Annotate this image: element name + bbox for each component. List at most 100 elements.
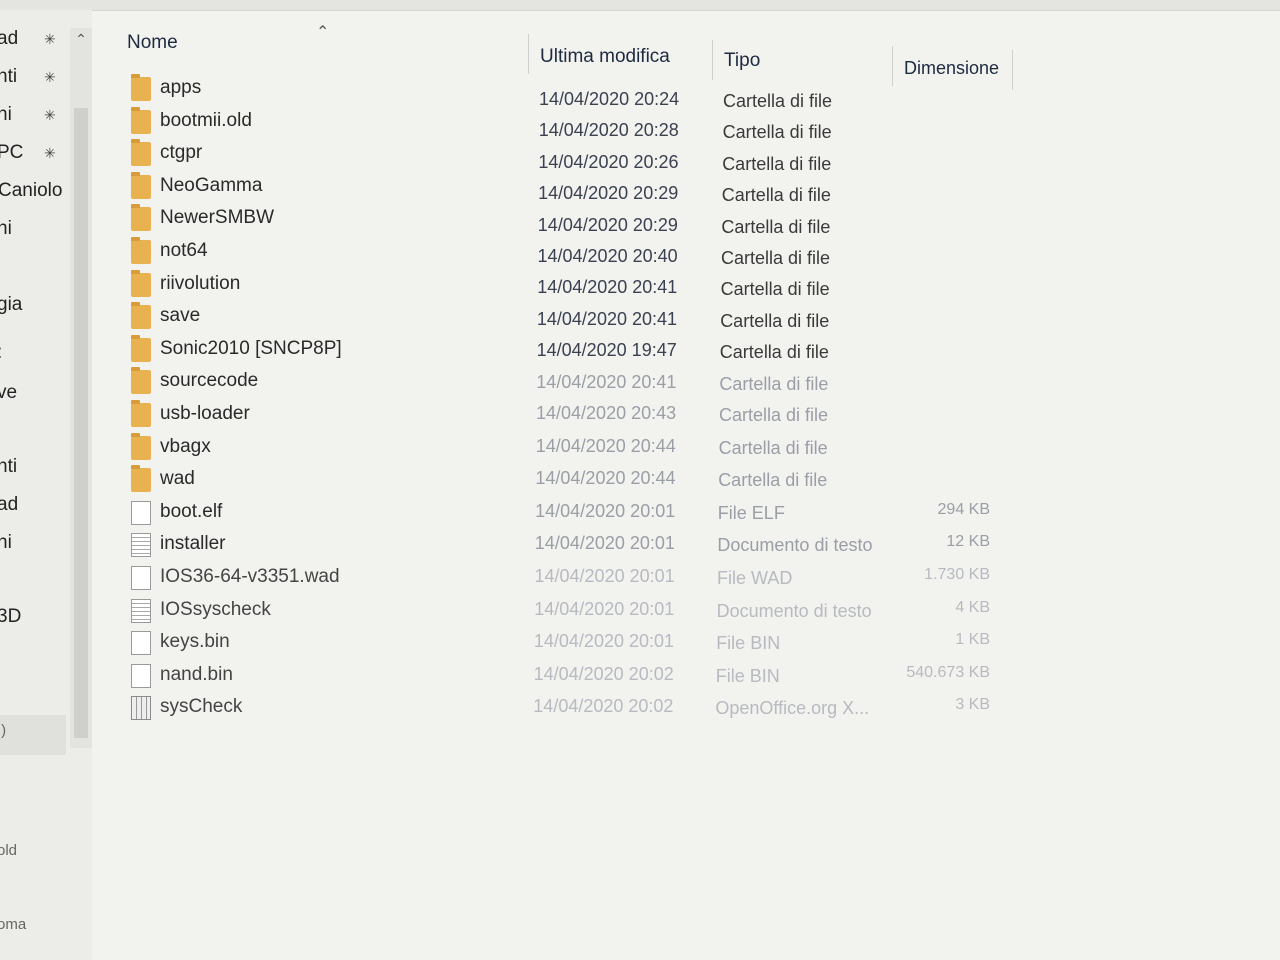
file-type: File ELF [717,502,785,523]
file-row[interactable]: apps 14/04/2020 20:24 Cartella di file [125,74,1005,111]
file-modified-date: 14/04/2020 20:29 [538,183,679,204]
folder-icon [131,400,151,427]
file-type: OpenOffice.org X... [715,698,870,719]
file-list: apps 14/04/2020 20:24 Cartella di file boot… [0,0,1280,960]
file-name: IOSsyscheck [160,598,271,620]
file-modified-date: 14/04/2020 20:41 [537,277,678,298]
file-name: NeoGamma [160,174,263,196]
file-size: 12 KB [946,533,990,551]
file-name: Sonic2010 [SNCP8P] [160,337,342,359]
file-size: 4 KB [955,598,990,616]
file-row[interactable]: not64 14/04/2020 20:40 Cartella di file [125,237,1005,268]
file-row[interactable]: riivolution 14/04/2020 20:41 Cartella di f… [125,269,1005,300]
file-name: sourcecode [160,370,259,392]
file-type: Cartella di file [718,470,828,491]
file-row[interactable]: boot.elf 14/04/2020 20:01 File ELF 294 KB [125,498,1005,528]
file-modified-date: 14/04/2020 20:41 [536,308,678,329]
file-modified-date: 14/04/2020 20:43 [536,403,677,423]
folder-icon [131,432,151,460]
file-row[interactable]: NeoGamma 14/04/2020 20:29 Cartella di file [125,171,1005,205]
file-modified-date: 14/04/2020 20:01 [535,500,676,521]
file-modified-date: 14/04/2020 20:01 [533,631,675,652]
file-icon [131,500,151,525]
file-modified-date: 14/04/2020 20:01 [534,598,675,619]
file-name: keys.bin [160,631,230,653]
file-type: Cartella di file [721,248,831,268]
file-row[interactable]: wad 14/04/2020 20:44 Cartella di file [125,465,1005,495]
text-file-icon [131,598,151,623]
file-name: boot.elf [160,500,223,522]
file-modified-date: 14/04/2020 20:26 [538,151,679,172]
file-size: 294 KB [937,500,990,518]
file-type: Cartella di file [721,185,831,206]
file-modified-date: 14/04/2020 20:44 [535,468,676,489]
file-row[interactable]: IOSsyscheck 14/04/2020 20:01 Documento di … [125,596,1005,626]
file-name: IOS36-64-v3351.wad [160,566,340,587]
file-type: Documento di testo [717,535,873,556]
file-row[interactable]: ctgpr 14/04/2020 20:26 Cartella di file [125,139,1005,174]
file-modified-date: 14/04/2020 20:02 [533,696,674,717]
file-row[interactable]: nand.bin 14/04/2020 20:02 File BIN 540.673 … [125,661,1005,691]
file-type: Cartella di file [719,405,829,425]
file-row[interactable]: bootmii.old 14/04/2020 20:28 Cartella di f… [125,106,1005,142]
file-name: sysCheck [160,696,243,718]
file-name: NewerSMBW [160,207,275,229]
file-row[interactable]: sourcecode 14/04/2020 20:41 Cartella di fi… [125,367,1005,397]
folder-icon [131,171,151,199]
file-name: nand.bin [160,663,233,685]
file-size: 1 KB [955,631,990,649]
file-type: File WAD [717,568,793,588]
file-modified-date: 14/04/2020 20:01 [534,533,675,554]
file-row[interactable]: vbagx 14/04/2020 20:44 Cartella di file [125,432,1005,463]
file-modified-date: 14/04/2020 20:29 [537,214,678,235]
file-type: File BIN [715,665,780,686]
file-row[interactable]: Sonic2010 [SNCP8P] 14/04/2020 19:47 Cartel… [125,334,1005,365]
spreadsheet-file-icon [131,696,151,721]
file-size: 1.730 KB [924,566,990,583]
file-name: usb-loader [160,403,250,424]
file-modified-date: 14/04/2020 20:44 [535,435,676,456]
file-name: bootmii.old [160,109,252,131]
file-icon [131,663,151,688]
folder-icon [131,465,151,493]
file-row[interactable]: sysCheck 14/04/2020 20:02 OpenOffice.org X… [125,693,1005,723]
file-type: Cartella di file [719,342,829,363]
file-type: Cartella di file [719,373,829,394]
folder-icon [131,237,151,264]
file-name: save [160,305,201,327]
file-name: ctgpr [160,142,203,164]
file-name: riivolution [160,272,241,294]
file-type: Cartella di file [718,437,828,458]
file-row[interactable]: keys.bin 14/04/2020 20:01 File BIN 1 KB [125,628,1005,658]
folder-icon [131,106,151,134]
file-row[interactable]: save 14/04/2020 20:41 Cartella di file [125,302,1005,332]
file-modified-date: 14/04/2020 20:02 [533,663,674,684]
file-row[interactable]: usb-loader 14/04/2020 20:43 Cartella di fi… [125,400,1005,430]
file-icon [131,631,151,656]
file-name: vbagx [160,435,211,457]
file-name: wad [160,468,195,490]
folder-icon [131,269,151,297]
file-modified-date: 14/04/2020 19:47 [536,340,677,361]
file-row[interactable]: NewerSMBW 14/04/2020 20:29 Cartella di fil… [125,204,1005,237]
folder-icon [131,302,151,330]
file-size: 3 KB [955,696,990,714]
folder-icon [131,74,151,101]
file-type: Documento di testo [716,600,872,621]
file-type: Cartella di file [720,310,830,331]
file-name: apps [160,77,202,98]
file-icon [131,566,151,590]
file-name: installer [160,533,226,555]
file-modified-date: 14/04/2020 20:01 [534,566,675,586]
file-row[interactable]: IOS36-64-v3351.wad 14/04/2020 20:01 File W… [125,563,1005,593]
text-file-icon [131,533,151,558]
file-modified-date: 14/04/2020 20:41 [536,371,677,392]
file-size: 540.673 KB [906,663,990,681]
folder-icon [131,139,151,167]
file-row[interactable]: installer 14/04/2020 20:01 Documento di te… [125,530,1005,560]
file-type: Cartella di file [721,216,831,237]
folder-icon [131,334,151,362]
file-modified-date: 14/04/2020 20:40 [537,246,678,266]
folder-icon [131,367,151,395]
file-type: Cartella di file [720,279,830,300]
